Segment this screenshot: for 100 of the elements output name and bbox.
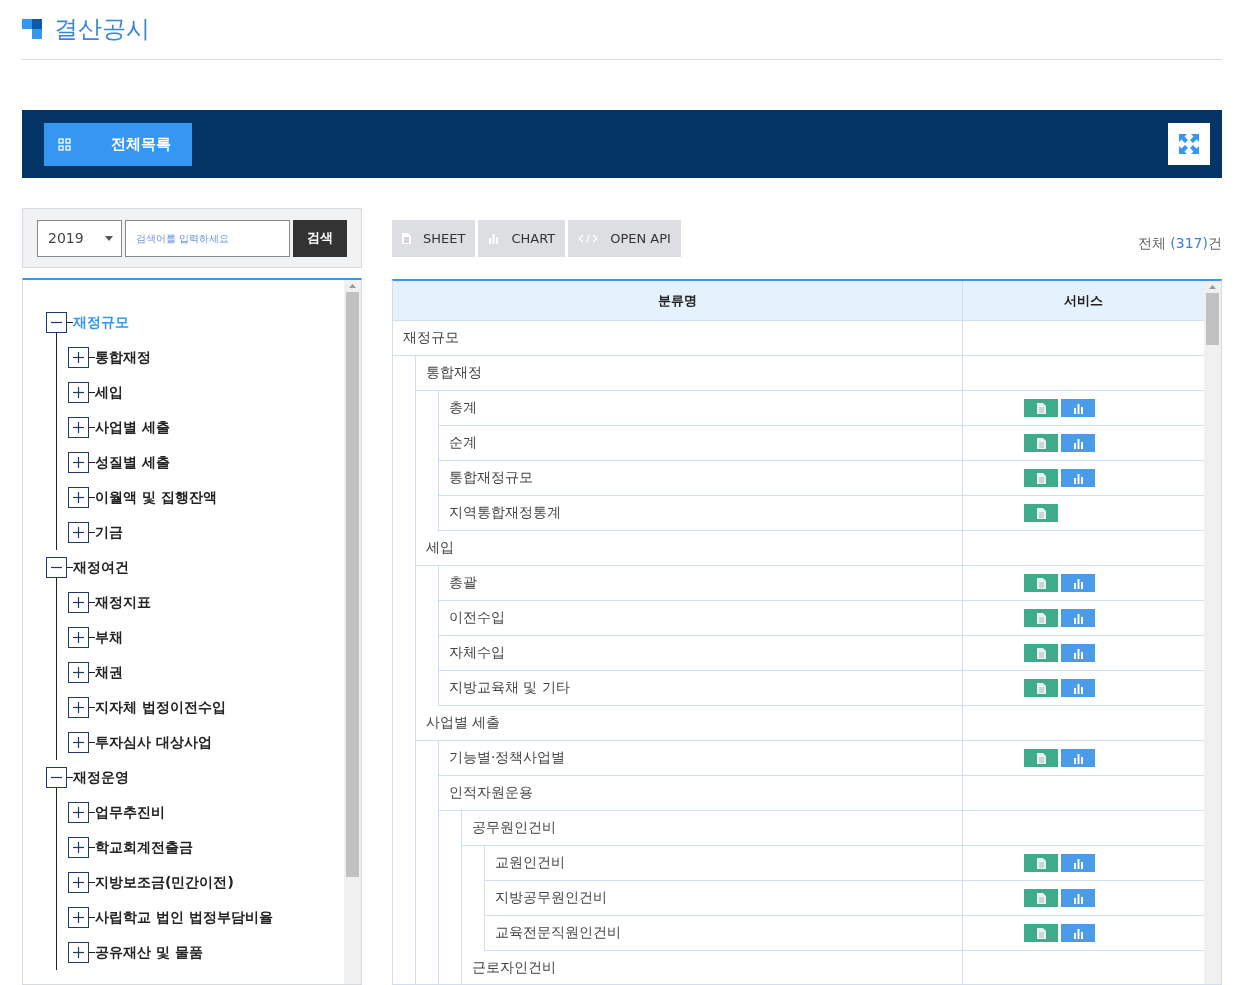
collapse-toggle[interactable] xyxy=(46,767,67,788)
expand-toggle[interactable] xyxy=(68,347,89,368)
sheet-button[interactable] xyxy=(1024,749,1058,767)
tree-item[interactable]: 부채 xyxy=(95,628,123,647)
chart-button[interactable] xyxy=(1061,434,1095,452)
search-field[interactable]: 검색어를 입력하세요 xyxy=(125,219,290,257)
expand-toggle[interactable] xyxy=(68,592,89,613)
search-button[interactable]: 검색 xyxy=(293,219,347,257)
tree-item[interactable]: 지자체 법정이전수입 xyxy=(95,698,226,717)
tree-item[interactable]: 재정여건 xyxy=(73,558,129,577)
table-cell: 교원인건비 xyxy=(485,846,963,881)
plus-icon xyxy=(73,527,84,538)
chart-button[interactable] xyxy=(1061,924,1095,942)
expand-toggle[interactable] xyxy=(68,382,89,403)
expand-toggle[interactable] xyxy=(68,732,89,753)
scroll-thumb[interactable] xyxy=(346,292,359,877)
grid-icon xyxy=(58,137,71,151)
tree-item[interactable]: 통합재정 xyxy=(95,348,151,367)
table-cell: 지방공무원인건비 xyxy=(485,881,963,916)
expand-toggle[interactable] xyxy=(68,662,89,683)
scroll-thumb[interactable] xyxy=(1206,293,1219,345)
tree-item[interactable]: 기금 xyxy=(95,523,123,542)
sheet-button[interactable] xyxy=(1024,854,1058,872)
sheet-button[interactable] xyxy=(1024,609,1058,627)
sheet-button[interactable] xyxy=(1024,679,1058,697)
collapse-toggle[interactable] xyxy=(46,557,67,578)
sheet-button[interactable] xyxy=(1024,399,1058,417)
view-tab[interactable]: OPEN API xyxy=(568,220,681,257)
chart-button[interactable] xyxy=(1061,574,1095,592)
sheet-button[interactable] xyxy=(1024,469,1058,487)
sheet-button[interactable] xyxy=(1024,924,1058,942)
column-header: 분류명 xyxy=(393,281,963,321)
year-select[interactable]: 2019 xyxy=(37,219,122,257)
document-icon xyxy=(1036,892,1046,904)
document-icon xyxy=(402,233,411,244)
plus-icon xyxy=(73,492,84,503)
document-icon xyxy=(1036,472,1046,484)
tree-item[interactable]: 지방보조금(민간이전) xyxy=(95,873,234,892)
table-cell: 공무원인건비 xyxy=(462,811,963,846)
chart-button[interactable] xyxy=(1061,679,1095,697)
expand-toggle[interactable] xyxy=(68,872,89,893)
sheet-button[interactable] xyxy=(1024,574,1058,592)
expand-toggle[interactable] xyxy=(68,697,89,718)
chart-button[interactable] xyxy=(1061,469,1095,487)
chart-button[interactable] xyxy=(1061,609,1095,627)
tree-item[interactable]: 투자심사 대상사업 xyxy=(95,733,212,752)
bar-chart-icon xyxy=(1072,612,1084,624)
tree-item[interactable]: 사립학교 법인 법정부담비율 xyxy=(95,908,273,927)
chart-button[interactable] xyxy=(1061,854,1095,872)
view-tab[interactable]: CHART xyxy=(478,220,566,257)
scrollbar[interactable] xyxy=(344,280,361,984)
scrollbar[interactable] xyxy=(1204,281,1221,984)
expand-toggle[interactable] xyxy=(68,452,89,473)
chart-button[interactable] xyxy=(1061,399,1095,417)
expand-toggle[interactable] xyxy=(68,837,89,858)
scroll-up-icon[interactable] xyxy=(1209,285,1216,289)
tree-item[interactable]: 사업별 세출 xyxy=(95,418,170,437)
tree-item[interactable]: 학교회계전출금 xyxy=(95,838,193,857)
table-cell: 지방교육채 및 기타 xyxy=(439,671,963,706)
expand-toggle[interactable] xyxy=(68,802,89,823)
plus-icon xyxy=(73,457,84,468)
sheet-button[interactable] xyxy=(1024,504,1058,522)
table-cell: 총괄 xyxy=(439,566,963,601)
expand-toggle[interactable] xyxy=(68,907,89,928)
table-cell: 자체수입 xyxy=(439,636,963,671)
table-cell: 재정규모 xyxy=(393,321,963,356)
sheet-button[interactable] xyxy=(1024,644,1058,662)
tree-item[interactable]: 재정운영 xyxy=(73,768,129,787)
expand-toggle[interactable] xyxy=(68,487,89,508)
bar-chart-icon xyxy=(1072,682,1084,694)
expand-toggle[interactable] xyxy=(68,942,89,963)
sheet-button[interactable] xyxy=(1024,434,1058,452)
tree-item[interactable]: 세입 xyxy=(95,383,123,402)
plus-icon xyxy=(73,912,84,923)
chart-button[interactable] xyxy=(1061,889,1095,907)
bar-chart-icon xyxy=(1072,472,1084,484)
tree-item[interactable]: 채권 xyxy=(95,663,123,682)
fullscreen-button[interactable] xyxy=(1168,123,1210,165)
tree-item[interactable]: 업무추진비 xyxy=(95,803,165,822)
chart-button[interactable] xyxy=(1061,749,1095,767)
tree-item[interactable]: 성질별 세출 xyxy=(95,453,170,472)
tree-item[interactable]: 이월액 및 집행잔액 xyxy=(95,488,217,507)
plus-icon xyxy=(73,737,84,748)
title-logo-icon xyxy=(22,18,42,39)
scroll-up-icon[interactable] xyxy=(349,284,356,288)
bar-chart-icon xyxy=(488,233,500,244)
table-cell: 이전수입 xyxy=(439,601,963,636)
table-cell: 통합재정규모 xyxy=(439,461,963,496)
expand-toggle[interactable] xyxy=(68,522,89,543)
tree-item[interactable]: 재정지표 xyxy=(95,593,151,612)
expand-toggle[interactable] xyxy=(68,627,89,648)
expand-toggle[interactable] xyxy=(68,417,89,438)
chart-button[interactable] xyxy=(1061,644,1095,662)
code-icon xyxy=(578,234,599,243)
table-cell: 근로자인건비 xyxy=(462,951,963,984)
plus-icon xyxy=(73,947,84,958)
tree-item[interactable]: 공유재산 및 물품 xyxy=(95,943,203,962)
collapse-toggle[interactable] xyxy=(46,312,67,333)
view-tab[interactable]: SHEET xyxy=(392,220,476,257)
sheet-button[interactable] xyxy=(1024,889,1058,907)
